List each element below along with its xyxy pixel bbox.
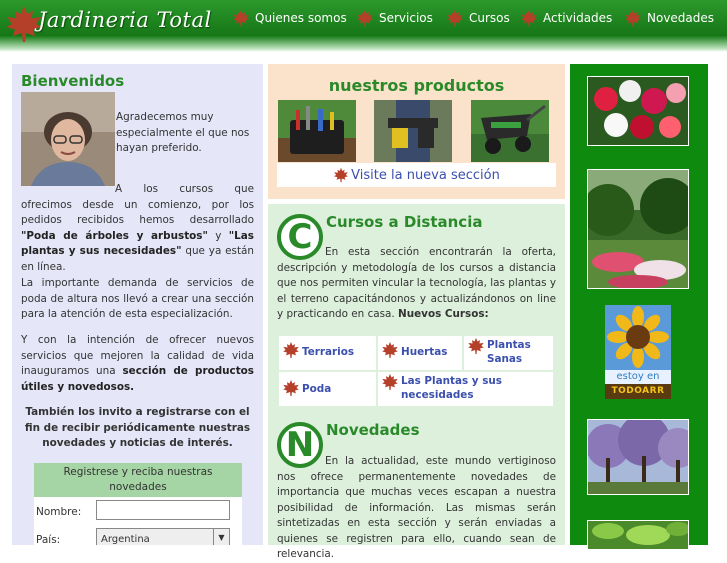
register-form: Registrese y reciba nuestras novedades N… [34,463,242,545]
maple-leaf-icon [467,337,485,355]
courses-table: Terrarios Huertas Plantas Sanas Poda Las… [279,336,553,410]
jacaranda-park-photo[interactable] [587,419,689,495]
course-label: Terrarios [302,346,355,358]
country-value: Argentina [101,534,150,545]
course-link-las-plantas[interactable]: Las Plantas y sus necesidades [378,372,553,406]
maple-leaf-icon [446,9,464,27]
maple-leaf-icon [282,379,300,397]
products-title: nuestros productos [328,76,505,95]
sunflower-icon [605,305,671,370]
header-bar: Jardineria Total Quienes somos Servicios… [0,0,727,52]
nav-label: Cursos [469,11,510,25]
news-title: Novedades [326,421,420,439]
welcome-paragraph-3: Y con la intención de ofrecer nuevos ser… [21,333,254,395]
product-image-cart[interactable] [471,100,549,162]
welcome-intro: Agradecemos muy especialmente el que nos… [116,111,250,154]
news-description: En la actualidad, este mundo vertiginoso… [277,454,556,563]
course-link-poda[interactable]: Poda [279,372,376,406]
product-image-tool-bag[interactable] [278,100,356,162]
nav-cursos[interactable]: Cursos [446,8,510,28]
nav-novedades[interactable]: Novedades [624,8,714,28]
logo-text: Jardineria Total [38,8,212,32]
course-link-terrarios[interactable]: Terrarios [279,336,376,370]
dropdown-arrow-icon: ▼ [213,529,229,545]
new-courses-label: Nuevos Cursos: [398,308,489,320]
country-label: País: [36,534,61,545]
course-poda-text: "Poda de árboles y arbustos" [21,229,208,242]
garden-photo[interactable] [587,169,689,289]
visit-new-section-link[interactable]: Visite la nueva sección [277,163,556,187]
news-text: En la actualidad, este mundo vertiginoso… [277,455,556,560]
plants-photo[interactable] [587,520,689,550]
welcome-paragraph-1: A los cursos que ofrecimos desde un comi… [21,182,254,275]
course-label: Las Plantas y sus necesidades [401,375,502,401]
welcome-panel: Bienvenidos Agradecemos muy especialment… [12,64,263,545]
course-link-huertas[interactable]: Huertas [378,336,462,370]
course-label: Poda [302,383,332,395]
nav-label: Actividades [543,11,613,25]
maple-leaf-icon [381,341,399,359]
course-label: Huertas [401,346,448,358]
photo-sidebar: estoy en TODOARR [570,64,708,550]
maple-leaf-icon [381,373,399,391]
nav-label: Servicios [379,11,433,25]
country-select[interactable]: Argentina ▼ [96,528,230,545]
badge-line-2: TODOARR [605,384,671,399]
site-logo[interactable]: Jardineria Total [4,2,214,48]
nav-label: Quienes somos [255,11,347,25]
products-panel: nuestros productos Visite la nueva secci… [268,64,565,199]
courses-title: Cursos a Distancia [326,213,483,231]
nav-servicios[interactable]: Servicios [356,8,433,28]
name-row: Nombre: [34,497,242,525]
maple-leaf-icon [356,9,374,27]
welcome-paragraph-2: La importante demanda de servicios de po… [21,277,254,320]
todoarr-badge[interactable]: estoy en TODOARR [605,305,671,399]
courses-description: En esta sección encontrarán la oferta, d… [277,245,556,323]
welcome-title: Bienvenidos [21,72,125,90]
flowers-photo[interactable] [587,76,689,146]
nav-actividades[interactable]: Actividades [520,8,612,28]
maple-leaf-icon [232,9,250,27]
p1-mid: y [207,229,229,242]
country-row: País: Argentina ▼ [34,525,242,545]
register-title: Registrese y reciba nuestras novedades [34,463,242,497]
register-invite: También los invito a registrarse con el … [24,406,251,449]
name-input[interactable] [96,500,230,520]
nav-label: Novedades [647,11,715,25]
visit-label: Visite la nueva sección [351,167,500,183]
maple-leaf-icon [282,341,300,359]
maple-leaf-icon [333,167,349,183]
courses-news-panel: C Cursos a Distancia En esta sección enc… [268,204,565,560]
course-link-plantas-sanas[interactable]: Plantas Sanas [464,336,553,370]
product-image-tool-belt[interactable] [374,100,452,162]
course-label: Plantas Sanas [487,339,531,365]
maple-leaf-icon [624,9,642,27]
nav-quienes-somos[interactable]: Quienes somos [232,8,347,28]
author-portrait [21,92,115,186]
maple-leaf-icon [520,9,538,27]
badge-line-1: estoy en [605,370,671,384]
name-label: Nombre: [36,506,82,518]
